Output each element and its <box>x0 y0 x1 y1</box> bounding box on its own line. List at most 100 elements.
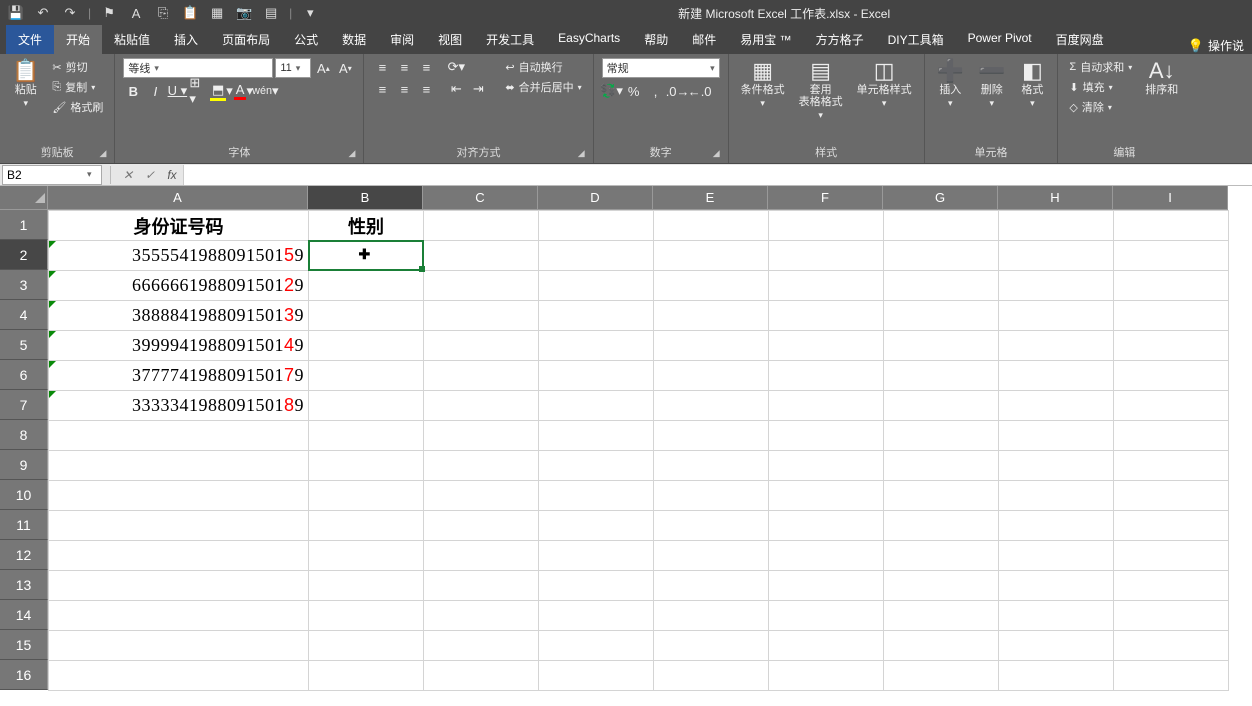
cell-D13[interactable] <box>539 571 654 601</box>
row-header-4[interactable]: 4 <box>0 300 48 330</box>
cell-C4[interactable] <box>424 301 539 331</box>
cell-H11[interactable] <box>999 511 1114 541</box>
cell-E16[interactable] <box>654 661 769 691</box>
cell-F10[interactable] <box>769 481 884 511</box>
cell-B4[interactable] <box>309 301 424 331</box>
cell-B10[interactable] <box>309 481 424 511</box>
cell-H12[interactable] <box>999 541 1114 571</box>
tab-帮助[interactable]: 帮助 <box>632 25 680 54</box>
number-format-combo[interactable]: 常规▾ <box>602 58 720 78</box>
cell-H3[interactable] <box>999 271 1114 301</box>
cell-C6[interactable] <box>424 361 539 391</box>
cell-I2[interactable] <box>1114 241 1229 271</box>
comma-button[interactable]: , <box>646 82 666 100</box>
cell-D2[interactable] <box>539 241 654 271</box>
cell-I16[interactable] <box>1114 661 1229 691</box>
format-as-table-button[interactable]: ▤套用 表格格式▾ <box>795 58 847 123</box>
fx-button[interactable]: fx <box>161 168 183 182</box>
cell-G12[interactable] <box>884 541 999 571</box>
cell-B9[interactable] <box>309 451 424 481</box>
tab-开发工具[interactable]: 开发工具 <box>474 25 546 54</box>
cell-B2[interactable] <box>309 241 424 271</box>
cell-D6[interactable] <box>539 361 654 391</box>
cut-button[interactable]: ✂剪切 <box>49 58 106 76</box>
copy-button[interactable]: ⎘复制▾ <box>49 78 106 96</box>
cell-F14[interactable] <box>769 601 884 631</box>
cell-I7[interactable] <box>1114 391 1229 421</box>
cell-A13[interactable] <box>49 571 309 601</box>
cell-G10[interactable] <box>884 481 999 511</box>
cell-G11[interactable] <box>884 511 999 541</box>
accounting-format-button[interactable]: 💱▾ <box>602 82 622 100</box>
cell-A14[interactable] <box>49 601 309 631</box>
cell-C11[interactable] <box>424 511 539 541</box>
cell-I14[interactable] <box>1114 601 1229 631</box>
row-header-14[interactable]: 14 <box>0 600 48 630</box>
cell-E14[interactable] <box>654 601 769 631</box>
table-icon[interactable]: ▦ <box>206 2 228 24</box>
align-left-button[interactable]: ≡ <box>372 80 392 98</box>
row-header-3[interactable]: 3 <box>0 270 48 300</box>
cell-C14[interactable] <box>424 601 539 631</box>
align-bottom-button[interactable]: ≡ <box>416 58 436 76</box>
cell-F6[interactable] <box>769 361 884 391</box>
cell-B16[interactable] <box>309 661 424 691</box>
cell-G7[interactable] <box>884 391 999 421</box>
row-header-9[interactable]: 9 <box>0 450 48 480</box>
cell-H14[interactable] <box>999 601 1114 631</box>
cell-A9[interactable] <box>49 451 309 481</box>
bold-button[interactable]: B <box>123 82 143 100</box>
cell-G1[interactable] <box>884 211 999 241</box>
tab-审阅[interactable]: 审阅 <box>378 25 426 54</box>
cell-D3[interactable] <box>539 271 654 301</box>
cell-F11[interactable] <box>769 511 884 541</box>
cell-F16[interactable] <box>769 661 884 691</box>
cell-F5[interactable] <box>769 331 884 361</box>
undo-icon[interactable]: ↶ <box>32 2 54 24</box>
cell-H15[interactable] <box>999 631 1114 661</box>
cell-F3[interactable] <box>769 271 884 301</box>
format-painter-button[interactable]: 🖌格式刷 <box>49 98 106 116</box>
cell-I5[interactable] <box>1114 331 1229 361</box>
cell-D7[interactable] <box>539 391 654 421</box>
cell-B12[interactable] <box>309 541 424 571</box>
conditional-formatting-button[interactable]: ▦条件格式▾ <box>737 58 789 111</box>
row-header-7[interactable]: 7 <box>0 390 48 420</box>
cell-G15[interactable] <box>884 631 999 661</box>
column-header-H[interactable]: H <box>998 186 1113 210</box>
cell-H4[interactable] <box>999 301 1114 331</box>
cell-C15[interactable] <box>424 631 539 661</box>
cell-I11[interactable] <box>1114 511 1229 541</box>
increase-font-button[interactable]: A▴ <box>313 59 333 77</box>
column-header-C[interactable]: C <box>423 186 538 210</box>
cell-E10[interactable] <box>654 481 769 511</box>
chevron-down-icon[interactable]: ▾ <box>83 169 96 180</box>
tab-DIY工具箱[interactable]: DIY工具箱 <box>876 25 956 54</box>
cell-I13[interactable] <box>1114 571 1229 601</box>
select-all-corner[interactable] <box>0 186 48 210</box>
tab-粘贴值[interactable]: 粘贴值 <box>102 25 162 54</box>
cell-H13[interactable] <box>999 571 1114 601</box>
camera-icon[interactable]: 📷 <box>233 2 255 24</box>
cell-G8[interactable] <box>884 421 999 451</box>
cell-F12[interactable] <box>769 541 884 571</box>
row-header-6[interactable]: 6 <box>0 360 48 390</box>
cell-D14[interactable] <box>539 601 654 631</box>
cell-F7[interactable] <box>769 391 884 421</box>
dialog-launcher-icon[interactable]: ◢ <box>99 148 106 159</box>
cell-I8[interactable] <box>1114 421 1229 451</box>
merge-center-button[interactable]: ⬌合并后居中▾ <box>502 78 584 96</box>
font-size-combo[interactable]: 11▾ <box>275 58 311 78</box>
cell-G3[interactable] <box>884 271 999 301</box>
tab-邮件[interactable]: 邮件 <box>680 25 728 54</box>
cell-G2[interactable] <box>884 241 999 271</box>
cell-C3[interactable] <box>424 271 539 301</box>
cell-D11[interactable] <box>539 511 654 541</box>
cell-E15[interactable] <box>654 631 769 661</box>
cell-B13[interactable] <box>309 571 424 601</box>
cell-C16[interactable] <box>424 661 539 691</box>
dialog-launcher-icon[interactable]: ◢ <box>348 148 355 159</box>
cell-D5[interactable] <box>539 331 654 361</box>
column-header-B[interactable]: B <box>308 186 423 210</box>
cell-H10[interactable] <box>999 481 1114 511</box>
